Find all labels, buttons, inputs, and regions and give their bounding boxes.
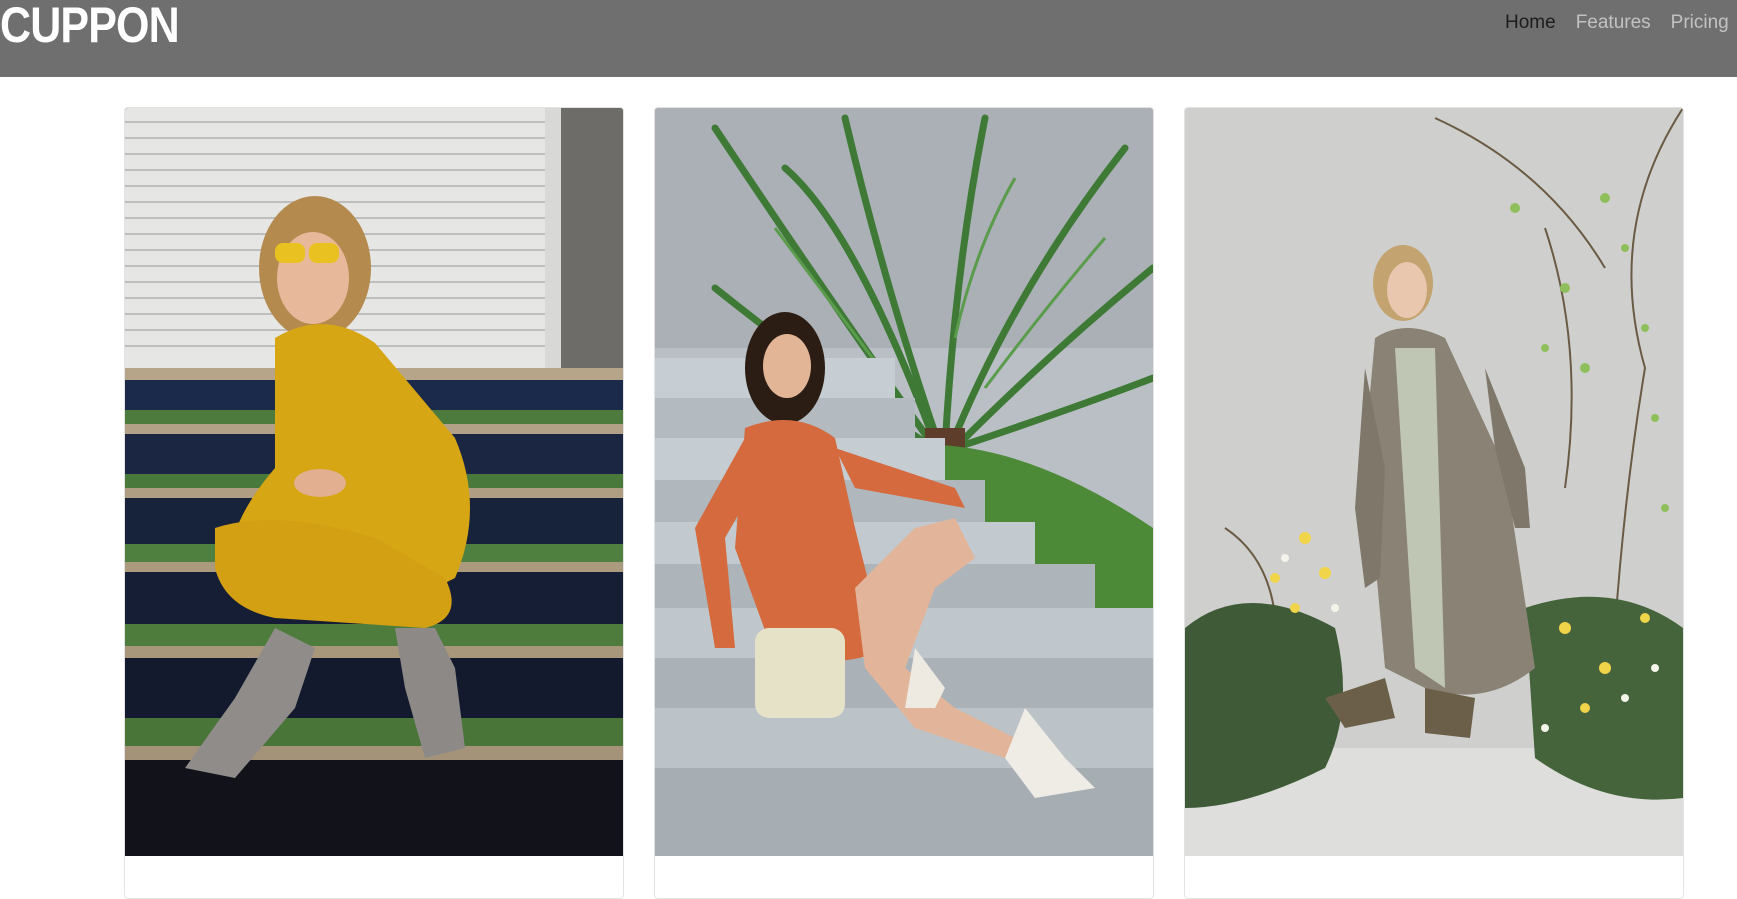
card-image-yellow-dress <box>125 108 623 856</box>
nav-link-features[interactable]: Features <box>1576 11 1651 35</box>
product-card-1[interactable] <box>124 107 624 899</box>
card-image-trench-coat <box>1185 108 1683 856</box>
nav-link-pricing[interactable]: Pricing <box>1671 11 1729 35</box>
product-card-3[interactable] <box>1184 107 1684 899</box>
nav-links: Home Features Pricing <box>1505 11 1737 35</box>
nav-link-home[interactable]: Home <box>1505 11 1556 35</box>
card-image-orange-dress <box>655 108 1153 856</box>
product-card-2[interactable] <box>654 107 1154 899</box>
brand-logo[interactable]: CUPPON <box>0 0 180 54</box>
navbar: CUPPON Home Features Pricing <box>0 0 1737 77</box>
